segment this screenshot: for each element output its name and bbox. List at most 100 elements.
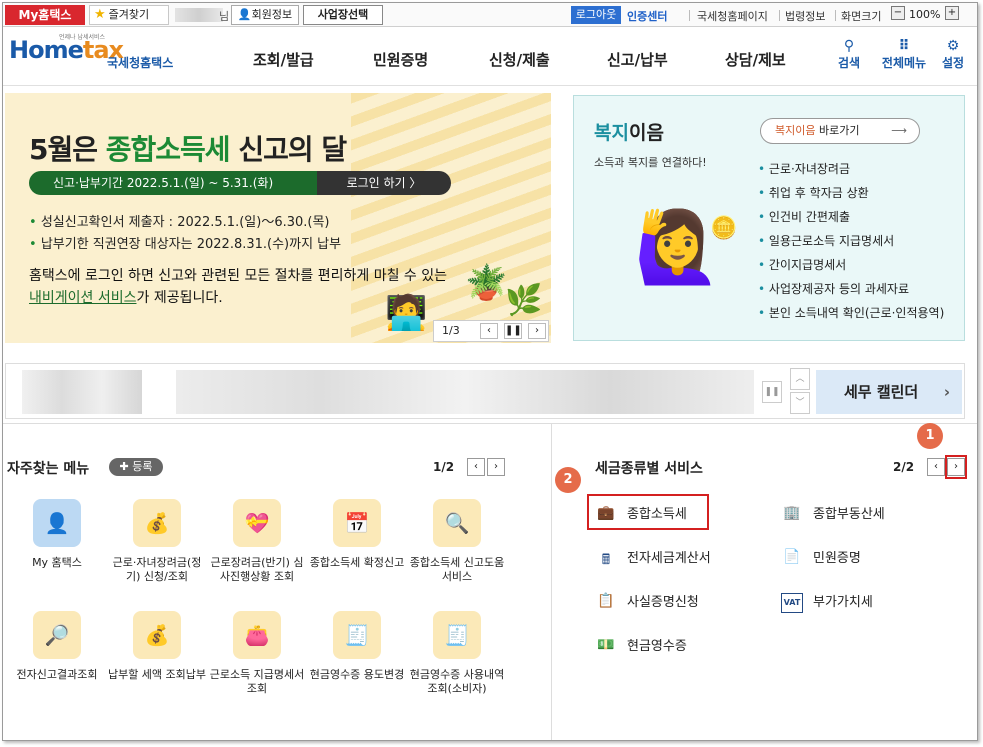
plant-illustration: 🪴 <box>465 263 508 303</box>
divider <box>689 10 690 21</box>
tax-calendar-button[interactable]: 세무 캘린더 › <box>816 370 962 414</box>
nav-report-pay[interactable]: 신고/납부 <box>607 49 668 70</box>
ticker-blurred-text <box>176 370 754 414</box>
settings-button[interactable]: ⚙ 설정 <box>931 38 975 71</box>
register-button[interactable]: ✚ 등록 <box>109 458 163 476</box>
search-button[interactable]: ⚲ 검색 <box>827 38 871 71</box>
welfare-item[interactable]: 본인 소득내역 확인(근로·인적용역) <box>758 304 944 321</box>
welfare-item[interactable]: 간이지급명세서 <box>758 256 846 273</box>
favorites-button[interactable]: ★ 즐겨찾기 <box>89 5 169 25</box>
tax-item-civil-cert[interactable]: 📄 민원증명 <box>781 547 861 569</box>
my-hometax-button[interactable]: My홈택스 <box>5 5 85 25</box>
nav-apply-submit[interactable]: 신청/제출 <box>489 49 550 70</box>
annotation-badge-1: 1 <box>917 423 943 449</box>
cert-center-link[interactable]: 인증센터 <box>627 8 667 24</box>
freq-item-receipt-usage-change[interactable]: 🧾 현금영수증 용도변경 <box>307 611 407 682</box>
welfare-item[interactable]: 취업 후 학자금 상환 <box>758 184 869 201</box>
nav-civil-cert[interactable]: 민원증명 <box>373 49 428 70</box>
freq-prev-button[interactable]: ‹ <box>467 458 485 476</box>
welfare-item[interactable]: 일용근로소득 지급명세서 <box>758 232 894 249</box>
banner-prev-button[interactable]: ‹ <box>480 323 498 339</box>
freq-item-label: 납부할 세액 조회납부 <box>107 668 207 681</box>
freq-item-tax-payment[interactable]: 💰 납부할 세액 조회납부 <box>107 611 207 682</box>
divider <box>779 10 780 21</box>
member-info-button[interactable]: 👤회원정보 <box>231 5 299 25</box>
vat-icon: VAT <box>781 592 803 613</box>
freq-item-withholding-statement[interactable]: 👛 근로소득 지급명세서 조회 <box>207 611 307 696</box>
welfare-item[interactable]: 인건비 간편제출 <box>758 208 850 225</box>
tax-item-vat[interactable]: VAT 부가가치세 <box>781 591 873 613</box>
welfare-subtitle: 소득과 복지를 연결하다! <box>594 156 707 169</box>
banner-pause-button[interactable]: ❚❚ <box>504 323 522 339</box>
welfare-title-colored: 복지 <box>594 122 629 144</box>
receipt-icon: 🧾 <box>333 611 381 659</box>
welfare-go-colored: 복지이음 <box>775 124 816 137</box>
welfare-item[interactable]: 사업장제공자 등의 과세자료 <box>758 280 909 297</box>
freq-item-income-tax-filing[interactable]: 📅 종합소득세 확정신고 <box>307 499 407 570</box>
document-icon: 📄 <box>783 548 801 565</box>
ticker-pause-button[interactable]: ❚❚ <box>762 381 782 403</box>
logo-korean: 국세청홈택스 <box>107 56 174 70</box>
nts-homepage-link[interactable]: 국세청홈페이지 <box>697 8 768 24</box>
banner-title-em: 종합소득세 <box>105 133 231 166</box>
banner-login-button[interactable]: 로그인 하기 〉 <box>317 171 451 195</box>
freq-item-label: 전자신고결과조회 <box>16 668 98 681</box>
banner-pager: 1/3 ‹ ❚❚ › <box>433 320 549 342</box>
grid-icon: ⠿ <box>898 38 910 54</box>
all-menu-button[interactable]: ⠿ 전체메뉴 <box>877 38 931 71</box>
freq-item-receipt-history[interactable]: 🧾 현금영수증 사용내역조회(소비자) <box>407 611 507 696</box>
banner-title-pre: 5월은 <box>29 133 106 166</box>
banner-desc-pre: 홈택스에 로그인 하면 신고와 관련된 모든 절차를 편리하게 마칠 수 있는 <box>29 268 448 284</box>
banner-next-button[interactable]: › <box>528 323 546 339</box>
tax-item-comprehensive-realestate[interactable]: 🏢 종합부동산세 <box>781 503 884 525</box>
zoom-in-button[interactable]: + <box>945 6 959 20</box>
settings-label: 설정 <box>941 56 965 70</box>
welfare-item[interactable]: 근로·자녀장려금 <box>758 160 850 177</box>
welfare-go-button[interactable]: 복지이음 바로가기 ⟶ <box>760 118 920 144</box>
freq-item-label: My 홈택스 <box>32 556 82 569</box>
tax-item-cash-receipt[interactable]: 💵 현금영수증 <box>595 635 687 657</box>
tax-item-fact-cert[interactable]: 📋 사실증명신청 <box>595 591 698 613</box>
ticker-up-button[interactable]: ︿ <box>790 368 810 390</box>
tax-item-label: 전자세금계산서 <box>627 551 711 566</box>
search-document-icon: 🔎 <box>33 611 81 659</box>
ticker-down-button[interactable]: ﹀ <box>790 392 810 414</box>
tax-prev-button[interactable]: ‹ <box>927 458 945 476</box>
notice-ticker: ❚❚ ︿ ﹀ 세무 캘린더 › <box>5 363 965 419</box>
highlight-next-button <box>945 455 967 479</box>
zoom-out-button[interactable]: − <box>891 6 905 20</box>
freq-item-filing-help[interactable]: 🔍 종합소득세 신고도움 서비스 <box>407 499 507 584</box>
law-info-link[interactable]: 법령정보 <box>785 8 825 24</box>
business-select-button[interactable]: 사업장선택 <box>303 5 383 25</box>
woman-illustration: 🙋‍♀️ <box>634 206 722 288</box>
person-illustration: 🧑‍💻 <box>385 293 428 333</box>
section-divider <box>551 423 552 740</box>
tax-item-label: 현금영수증 <box>627 639 687 654</box>
welfare-go-rest: 바로가기 <box>815 124 860 137</box>
freq-item-my-hometax[interactable]: 👤 My 홈택스 <box>7 499 107 570</box>
hometax-logo[interactable]: 언제나 납세서비스 Hometax 국세청홈택스 <box>9 34 205 78</box>
income-tax-banner[interactable]: 5월은 종합소득세 신고의 달 신고·납부기간 2022.5.1.(일) ~ 5… <box>5 93 551 343</box>
chevron-right-icon: › <box>943 383 950 401</box>
nav-consult-report[interactable]: 상담/제보 <box>725 49 786 70</box>
banner-navigation-link[interactable]: 내비게이션 서비스 <box>29 290 137 306</box>
plant-illustration: 🌿 <box>505 283 543 318</box>
logout-button[interactable]: 로그아웃 <box>571 6 621 24</box>
gear-icon: ⚙ <box>946 38 960 54</box>
tax-page-count: 2/2 <box>893 460 915 474</box>
tax-item-e-tax-invoice[interactable]: 🖩 전자세금계산서 <box>595 547 711 569</box>
nav-inquiry-issue[interactable]: 조회/발급 <box>253 49 314 70</box>
section-divider <box>3 423 977 424</box>
search-icon: ⚲ <box>843 38 855 54</box>
freq-item-e-filing-result[interactable]: 🔎 전자신고결과조회 <box>7 611 107 682</box>
register-label: 등록 <box>132 460 153 473</box>
plus-icon: ✚ <box>119 460 133 473</box>
banknote-icon: 💵 <box>597 636 615 653</box>
freq-next-button[interactable]: › <box>487 458 505 476</box>
coin-icon: 🪙 <box>710 216 738 241</box>
freq-item-earned-income-credit[interactable]: 💰 근로·자녀장려금(정기) 신청/조회 <box>107 499 207 584</box>
logo-wordmark: Hometax <box>9 36 124 64</box>
freq-item-semiannual-status[interactable]: 💝 근로장려금(반기) 심사진행상황 조회 <box>207 499 307 584</box>
freq-item-label: 근로장려금(반기) 심사진행상황 조회 <box>210 556 304 583</box>
tax-item-label: 부가가치세 <box>813 595 873 610</box>
